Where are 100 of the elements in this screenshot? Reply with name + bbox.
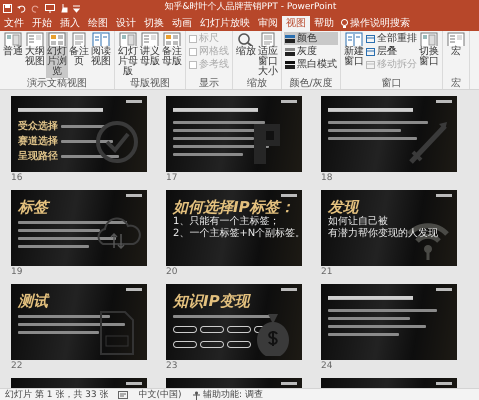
group-label: 颜色/灰度 xyxy=(288,78,334,89)
logo xyxy=(436,100,452,103)
text-line xyxy=(61,155,119,158)
view-button[interactable]: 讲义母版 xyxy=(139,32,161,78)
slide-text: 有潜力帮你变现的人发现 xyxy=(328,228,439,240)
group-label: 演示文稿视图 xyxy=(26,78,88,89)
slide-number: 18 xyxy=(321,172,334,185)
ribbon-tab[interactable]: 绘图 xyxy=(84,16,112,31)
dropdown-icon[interactable] xyxy=(72,4,80,12)
view-button[interactable]: 阅读视图 xyxy=(90,32,112,78)
status-text: 幻灯片 第 1 张，共 33 张 xyxy=(5,389,108,400)
logo xyxy=(126,194,142,197)
view-button[interactable]: 新建窗口 xyxy=(343,32,365,78)
slideshow-icon[interactable] xyxy=(44,4,54,12)
slide-number: 23 xyxy=(166,360,178,373)
view-button[interactable]: 大纲视图 xyxy=(24,32,46,78)
slide-number: 20 xyxy=(166,266,178,279)
group-label: 缩放 xyxy=(246,78,268,89)
view-button[interactable]: 幻灯片母版 xyxy=(117,32,139,78)
slide-thumbnail[interactable]: 标签 xyxy=(11,190,147,266)
slide-number: 22 xyxy=(11,360,24,373)
view-button[interactable]: 备注母版 xyxy=(161,32,183,78)
ribbon-tab[interactable]: 审阅 xyxy=(254,16,282,31)
save-icon[interactable] xyxy=(2,4,12,12)
text-line xyxy=(173,153,243,156)
slide-thumbnail[interactable] xyxy=(321,284,457,360)
window-title: 知乎&时叶个人品牌营销PPT - PowerPoint xyxy=(164,1,336,14)
checkbox-icon xyxy=(189,60,197,68)
window-icon xyxy=(366,48,375,56)
tag-outline xyxy=(173,326,197,333)
view-button[interactable]: 缩放 xyxy=(235,32,257,78)
slide-heading: 标签 xyxy=(18,198,140,216)
window-icon xyxy=(366,34,375,42)
text-line xyxy=(328,333,399,336)
slide-heading: 发现 xyxy=(328,198,360,216)
text-line xyxy=(61,140,113,143)
view-button[interactable]: 备注页 xyxy=(68,32,90,78)
ribbon-tab[interactable]: 设计 xyxy=(112,16,140,31)
slide-label: 受众选择 xyxy=(18,121,58,132)
ribbon-tab[interactable]: 插入 xyxy=(56,16,84,31)
color-option[interactable]: 灰度 xyxy=(284,45,338,58)
notes-icon[interactable] xyxy=(118,391,128,399)
color-option[interactable]: 颜色 xyxy=(284,32,338,45)
view-button[interactable]: 普通 xyxy=(2,32,24,78)
redo-icon[interactable] xyxy=(30,4,40,12)
color-swatch-icon xyxy=(285,48,295,56)
group-label: 母版视图 xyxy=(129,78,171,89)
text-line xyxy=(18,245,89,248)
slide-thumbnail[interactable]: 如何选择IP标签： 1、只能有一个主标签； 2、一个主标签+N个副标签。 xyxy=(166,190,302,266)
slide-text: 如何让自己被 xyxy=(328,216,389,228)
tag-outline xyxy=(200,341,224,348)
window-option[interactable]: 全部重排 xyxy=(365,32,418,45)
ribbon-tab[interactable]: 开始 xyxy=(28,16,56,31)
view-button[interactable]: 幻灯片浏览 xyxy=(46,32,68,78)
touch-icon[interactable] xyxy=(60,4,68,12)
view-button[interactable]: 切换窗口 xyxy=(418,32,440,78)
slide-thumbnail[interactable] xyxy=(166,96,302,172)
view-button[interactable]: 适应窗口大小 xyxy=(257,32,279,78)
window-icon xyxy=(366,60,375,68)
color-swatch-icon xyxy=(285,60,295,68)
slide-thumbnail[interactable]: 发现 如何让自己被 有潜力帮你变现的人发现 xyxy=(321,190,457,266)
logo xyxy=(281,382,297,385)
slide-thumbnail[interactable]: 测试 xyxy=(11,284,147,360)
undo-icon[interactable] xyxy=(16,4,26,12)
slide-heading: 测试 xyxy=(18,292,51,310)
group-label: 窗口 xyxy=(380,78,402,89)
view-button[interactable]: 宏 xyxy=(445,32,467,78)
ribbon-tab[interactable]: 文件 xyxy=(0,16,28,31)
search-field[interactable]: 操作说明搜索 xyxy=(340,16,410,31)
logo xyxy=(281,100,297,103)
ribbon-tab[interactable]: 切换 xyxy=(140,16,168,31)
slide-number: 19 xyxy=(11,266,24,279)
ribbon-tab[interactable]: 帮助 xyxy=(310,16,338,31)
lightbulb-icon xyxy=(340,18,348,28)
slide-number: 21 xyxy=(321,266,334,279)
slide-label: 赛道选择 xyxy=(18,136,58,147)
accessibility-status[interactable]: 辅助功能: 调查 xyxy=(192,389,263,400)
checkbox-icon xyxy=(189,48,197,56)
ribbon-tab[interactable]: 幻灯片放映 xyxy=(196,16,254,31)
color-swatch-icon xyxy=(285,34,295,42)
slide-number: 16 xyxy=(11,172,24,185)
logo xyxy=(436,288,452,291)
tag-outline xyxy=(227,341,251,348)
logo xyxy=(436,382,452,385)
tag-outline xyxy=(227,326,251,333)
ribbon-tab[interactable]: 动画 xyxy=(168,16,196,31)
text-line xyxy=(61,125,107,128)
logo xyxy=(281,194,297,197)
magnifier-icon xyxy=(237,32,255,46)
window-option[interactable]: 层叠 xyxy=(365,45,418,58)
slide-label: 呈现路径 xyxy=(18,151,58,162)
ribbon-tab[interactable]: 视图 xyxy=(282,16,310,31)
slide-heading: 知识IP变现 xyxy=(173,292,252,310)
tag-outline xyxy=(173,341,197,348)
logo xyxy=(281,288,297,291)
slide-number: 17 xyxy=(166,172,178,185)
color-option[interactable]: 黑白模式 xyxy=(284,58,338,71)
slide-thumbnail[interactable] xyxy=(321,96,457,172)
slide-thumbnail[interactable]: 受众选择 赛道选择 呈现路径 xyxy=(11,96,147,172)
slide-thumbnail[interactable]: 知识IP变现 xyxy=(166,284,302,360)
